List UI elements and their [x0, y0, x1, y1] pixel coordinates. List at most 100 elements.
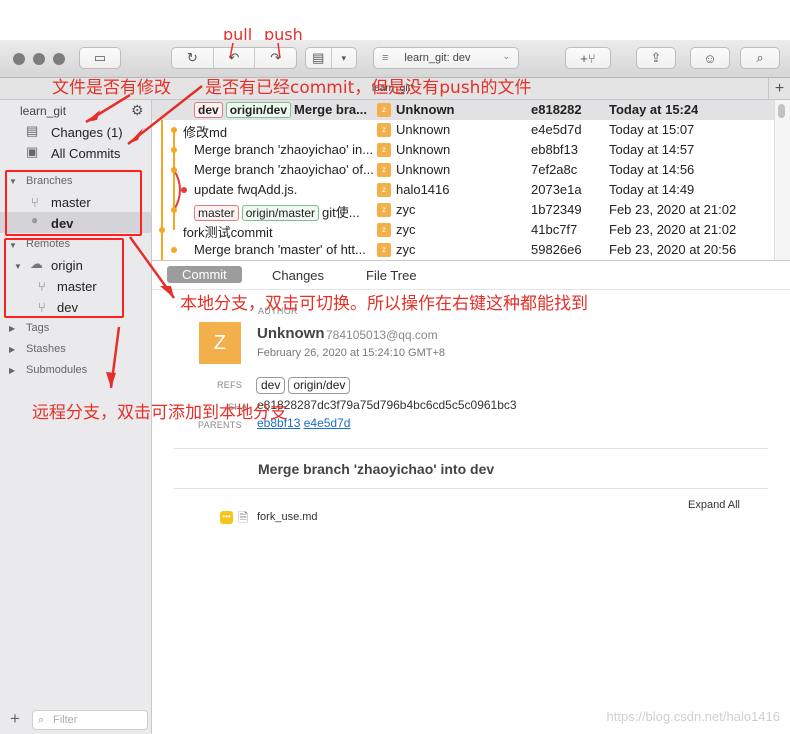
close-window-button[interactable]: [13, 53, 25, 65]
author-avatar-small: z: [377, 243, 391, 257]
divider: [174, 488, 768, 489]
commit-row[interactable]: Merge branch 'master' of htt... z zyc 59826…: [152, 240, 774, 260]
all-commits-icon: ▣: [26, 144, 39, 159]
add-button[interactable]: +: [10, 709, 20, 729]
tags-disclosure-icon[interactable]: ▶: [9, 324, 15, 333]
local-branch-tag[interactable]: master: [194, 205, 239, 221]
branch-icon: +⑂: [580, 50, 596, 66]
branch-select-value: learn_git: dev: [404, 52, 471, 64]
submodules-disclosure-icon[interactable]: ▶: [9, 366, 15, 375]
fetch-pull-push-group: ↻ ↶ ↷: [171, 47, 297, 69]
sidebar-item-all-commits[interactable]: All Commits: [51, 146, 120, 161]
commit-author: zyc: [396, 222, 416, 237]
filter-input[interactable]: ⌕ Filter: [32, 710, 148, 730]
share-icon: ⇪: [650, 50, 662, 65]
commit-message: Merge branch 'zhaoyichao' of...: [194, 162, 374, 177]
zoom-window-button[interactable]: [53, 53, 65, 65]
sha-value: e81828287dc3f79a75d796b4bc6cd5c5c0961bc3: [257, 398, 517, 412]
minimize-window-button[interactable]: [33, 53, 45, 65]
commit-list-scroll-thumb[interactable]: [778, 104, 785, 118]
search-button[interactable]: ⌕: [740, 47, 780, 69]
author-avatar-small: z: [377, 143, 391, 157]
watermark: https://blog.csdn.net/halo1416: [606, 709, 780, 724]
pull-icon[interactable]: ↶: [214, 48, 256, 68]
commit-date: Today at 14:56: [609, 162, 695, 177]
commit-author: halo1416: [396, 182, 450, 197]
parent-link[interactable]: e4e5d7d: [304, 416, 351, 430]
submodules-header[interactable]: Submodules: [26, 364, 87, 376]
commit-message: update fwqAdd.js.: [194, 182, 298, 197]
commit-message-cell: Merge branch 'zhaoyichao' of...: [194, 162, 374, 177]
new-tab-plus-icon[interactable]: +: [768, 78, 790, 100]
commit-author: Unknown: [396, 142, 451, 157]
expand-all-button[interactable]: Expand All: [688, 499, 740, 511]
search-icon: ⌕: [38, 714, 45, 726]
commit-date: February 26, 2020 at 15:24:10 GMT+8: [257, 347, 446, 359]
commit-row[interactable]: master origin/master git使... z zyc 1b72349 Feb…: [152, 200, 774, 221]
sidebar-toggle-icon: ▭: [93, 50, 107, 65]
gear-icon[interactable]: ⚙: [131, 102, 144, 119]
local-branch-tag[interactable]: dev: [194, 102, 223, 118]
branch-select[interactable]: ≡ learn_git: dev ⌄: [373, 47, 519, 69]
chevron-down-icon: ⌄: [502, 51, 510, 61]
author-name: Unknown: [257, 325, 325, 342]
sidebar-item-changes[interactable]: Changes (1): [51, 125, 123, 140]
refs-label: REFS: [217, 380, 243, 390]
commit-row[interactable]: Merge branch 'zhaoyichao' in... z Unknown e…: [152, 140, 774, 160]
smiley-button[interactable]: ☺: [690, 47, 730, 69]
author-avatar-small: z: [377, 163, 391, 177]
tab-commit[interactable]: Commit: [167, 266, 242, 283]
ref-badge[interactable]: dev: [256, 377, 286, 394]
commit-author: zyc: [396, 202, 416, 217]
commit-message: Merge bra...: [294, 102, 367, 117]
filter-placeholder: Filter: [53, 714, 78, 726]
local-branches-highlight: [5, 170, 142, 236]
commit-message-cell: Merge branch 'zhaoyichao' in...: [194, 142, 374, 157]
commit-row[interactable]: fork测试commit z zyc 41bc7f7 Feb 23, 2020 at 2…: [152, 220, 774, 240]
sidebar-toggle-button[interactable]: ▭: [79, 47, 121, 69]
commit-message-cell: update fwqAdd.js.: [194, 182, 374, 197]
commit-message: fork测试commit: [183, 225, 273, 240]
tab-changes[interactable]: Changes: [272, 268, 324, 283]
stash-icon[interactable]: ▤: [306, 48, 332, 68]
commit-author: zyc: [396, 242, 416, 257]
commit-date: Feb 23, 2020 at 20:56: [609, 242, 737, 257]
share-button[interactable]: ⇪: [636, 47, 676, 69]
remote-branch-tag[interactable]: origin/master: [241, 205, 320, 221]
file-icon: 🗎: [238, 510, 249, 525]
tags-header[interactable]: Tags: [26, 322, 49, 334]
commit-message: git使...: [322, 205, 360, 220]
commit-hash: 7ef2a8c: [531, 162, 578, 177]
commit-row[interactable]: dev origin/dev Merge bra... z Unknown e818282…: [152, 100, 774, 120]
stash-group: ▤ ▾: [305, 47, 357, 69]
author-avatar-small: z: [377, 123, 391, 137]
commit-date: Today at 15:24: [609, 102, 699, 117]
stashes-header[interactable]: Stashes: [26, 343, 66, 355]
author-avatar-small: z: [377, 223, 391, 237]
stashes-disclosure-icon[interactable]: ▶: [9, 345, 15, 354]
commit-row[interactable]: Merge branch 'zhaoyichao' of... z Unknown 7…: [152, 160, 774, 180]
repo-icon: ≡: [382, 52, 389, 64]
push-icon[interactable]: ↷: [255, 48, 296, 68]
changed-file-name[interactable]: fork_use.md: [257, 511, 318, 523]
commit-date: Today at 14:57: [609, 142, 695, 157]
divider: [174, 448, 768, 449]
tab-file-tree[interactable]: File Tree: [366, 268, 417, 283]
commit-date: Feb 23, 2020 at 21:02: [609, 202, 737, 217]
branch-button[interactable]: +⑂: [565, 47, 611, 69]
stash-menu-icon[interactable]: ▾: [332, 48, 357, 68]
commit-list-scrollbar[interactable]: [774, 100, 790, 260]
commit-author: Unknown: [396, 122, 451, 137]
remote-branch-tag[interactable]: origin/dev: [225, 102, 292, 118]
ref-badge[interactable]: origin/dev: [288, 377, 351, 394]
commit-author: Unknown: [396, 162, 451, 177]
commit-row[interactable]: update fwqAdd.js. z halo1416 2073e1a Today a…: [152, 180, 774, 200]
author-email: 784105013@qq.com: [326, 328, 438, 342]
commit-message-cell: dev origin/dev Merge bra...: [194, 102, 374, 118]
author-avatar-small: z: [377, 103, 391, 117]
changes-icon: ▤: [26, 123, 39, 138]
fetch-icon[interactable]: ↻: [172, 48, 214, 68]
annotation-committed-not-pushed: 是否有已经commit，但是没有push的文件: [205, 78, 532, 98]
refs-list: dev origin/dev: [256, 377, 353, 394]
commit-row[interactable]: 修改md z Unknown e4e5d7d Today at 15:07: [152, 120, 774, 140]
